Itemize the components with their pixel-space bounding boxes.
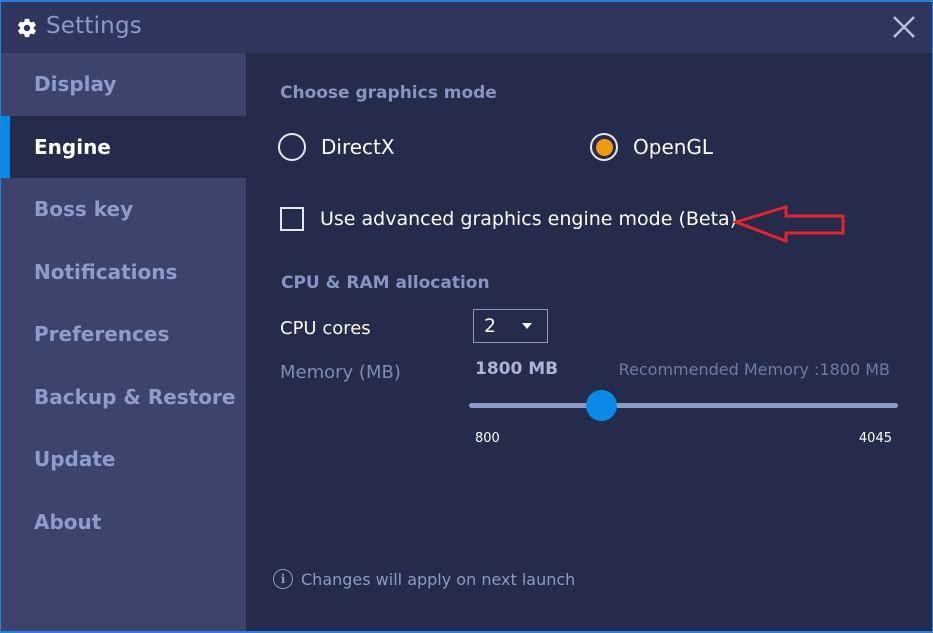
sidebar-item-label: Notifications [34,259,178,284]
memory-max-label: 4045 [858,431,892,446]
memory-label: Memory (MB) [280,362,401,383]
sidebar-item-display[interactable]: Display [1,53,246,116]
radio-label: OpenGL [633,135,714,159]
info-note-text: Changes will apply on next launch [301,569,576,589]
sidebar-item-label: Update [34,447,116,472]
sidebar-item-preferences[interactable]: Preferences [1,303,246,366]
advanced-mode-checkbox[interactable] [280,207,304,231]
recommended-memory: Recommended Memory :1800 MB [618,360,890,379]
radio-button[interactable] [590,133,618,161]
title-bar: Settings [1,2,932,53]
memory-min-label: 800 [475,431,500,446]
sidebar-item-about[interactable]: About [1,491,246,554]
sidebar-item-boss-key[interactable]: Boss key [1,178,246,241]
caret-down-icon [522,323,532,329]
engine-panel: Choose graphics mode DirectX OpenGL Use … [246,53,932,631]
sidebar: Display Engine Boss key Notifications Pr… [1,53,246,631]
window-title: Settings [46,13,142,39]
radio-selected-dot [595,138,613,156]
settings-window: Settings Display Engine Boss key Notific… [0,0,933,633]
advanced-mode-label: Use advanced graphics engine mode (Beta) [320,208,738,230]
cpu-ram-heading: CPU & RAM allocation [281,273,490,293]
radio-label: DirectX [321,135,395,159]
sidebar-item-backup-restore[interactable]: Backup & Restore [1,366,246,429]
sidebar-item-label: Engine [34,134,111,159]
info-icon: i [273,569,293,589]
sidebar-item-label: Display [34,72,117,97]
radio-directx[interactable]: DirectX [278,133,395,161]
sidebar-item-update[interactable]: Update [1,428,246,491]
sidebar-item-label: Preferences [34,322,170,347]
info-note: i Changes will apply on next launch [273,569,575,589]
close-icon[interactable] [890,13,918,41]
sidebar-item-label: Boss key [34,197,134,222]
sidebar-item-label: Backup & Restore [34,384,236,409]
radio-opengl[interactable]: OpenGL [590,133,713,161]
advanced-mode-option[interactable]: Use advanced graphics engine mode (Beta) [280,207,737,231]
cpu-cores-dropdown[interactable]: 2 [473,309,548,343]
memory-slider-thumb[interactable] [586,390,618,421]
gear-icon [18,18,36,38]
radio-button[interactable] [278,133,306,161]
cpu-cores-label: CPU cores [280,318,371,339]
sidebar-item-label: About [34,509,102,534]
sidebar-item-notifications[interactable]: Notifications [1,241,246,304]
memory-slider[interactable] [469,390,898,421]
memory-value: 1800 MB [475,359,559,379]
graphics-mode-heading: Choose graphics mode [280,83,497,103]
sidebar-item-engine[interactable]: Engine [1,115,246,178]
cpu-cores-value: 2 [484,315,497,337]
